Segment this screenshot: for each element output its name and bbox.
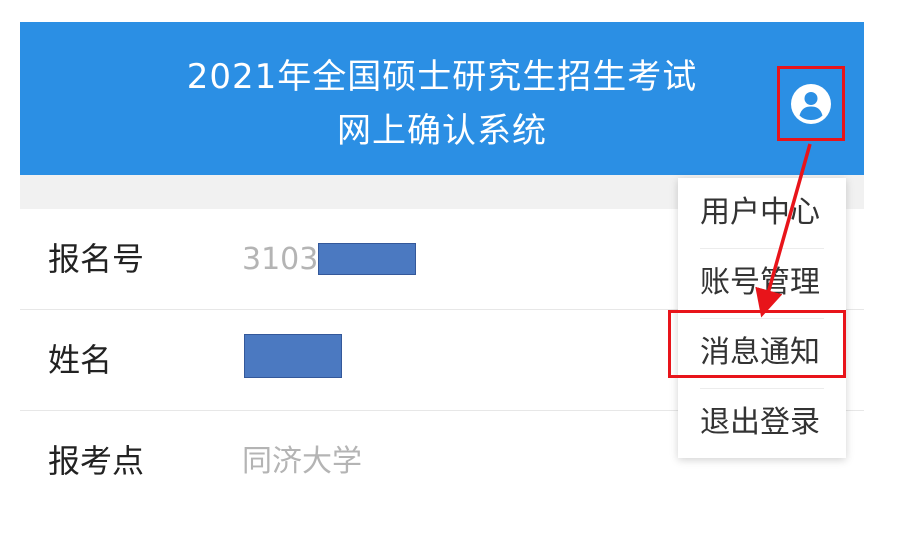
user-circle-icon <box>791 83 831 124</box>
user-menu-button[interactable] <box>777 66 845 141</box>
app-header: 2021年全国硕士研究生招生考试 网上确认系统 <box>20 22 864 175</box>
page-title: 2021年全国硕士研究生招生考试 网上确认系统 <box>20 50 864 158</box>
app-screen: 2021年全国硕士研究生招生考试 网上确认系统 报名号 3103 姓名 报考点 … <box>20 22 864 536</box>
redaction-mask <box>318 243 416 275</box>
menu-item-user-center[interactable]: 用户中心 <box>678 178 846 248</box>
name-label: 姓名 <box>48 341 113 379</box>
redaction-mask <box>244 334 342 378</box>
exam-site-label: 报考点 <box>48 442 145 480</box>
page: 2021年全国硕士研究生招生考试 网上确认系统 报名号 3103 姓名 报考点 … <box>0 0 898 536</box>
menu-item-account-management[interactable]: 账号管理 <box>678 248 846 318</box>
menu-item-logout[interactable]: 退出登录 <box>678 388 846 458</box>
menu-item-notifications[interactable]: 消息通知 <box>678 318 846 388</box>
registration-number-value: 3103 <box>242 242 319 277</box>
title-line-2: 网上确认系统 <box>337 111 547 151</box>
exam-site-value: 同济大学 <box>242 444 362 479</box>
title-line-1: 2021年全国硕士研究生招生考试 <box>186 57 698 97</box>
registration-number-label: 报名号 <box>48 240 145 278</box>
user-dropdown-menu: 用户中心 账号管理 消息通知 退出登录 <box>678 178 846 458</box>
